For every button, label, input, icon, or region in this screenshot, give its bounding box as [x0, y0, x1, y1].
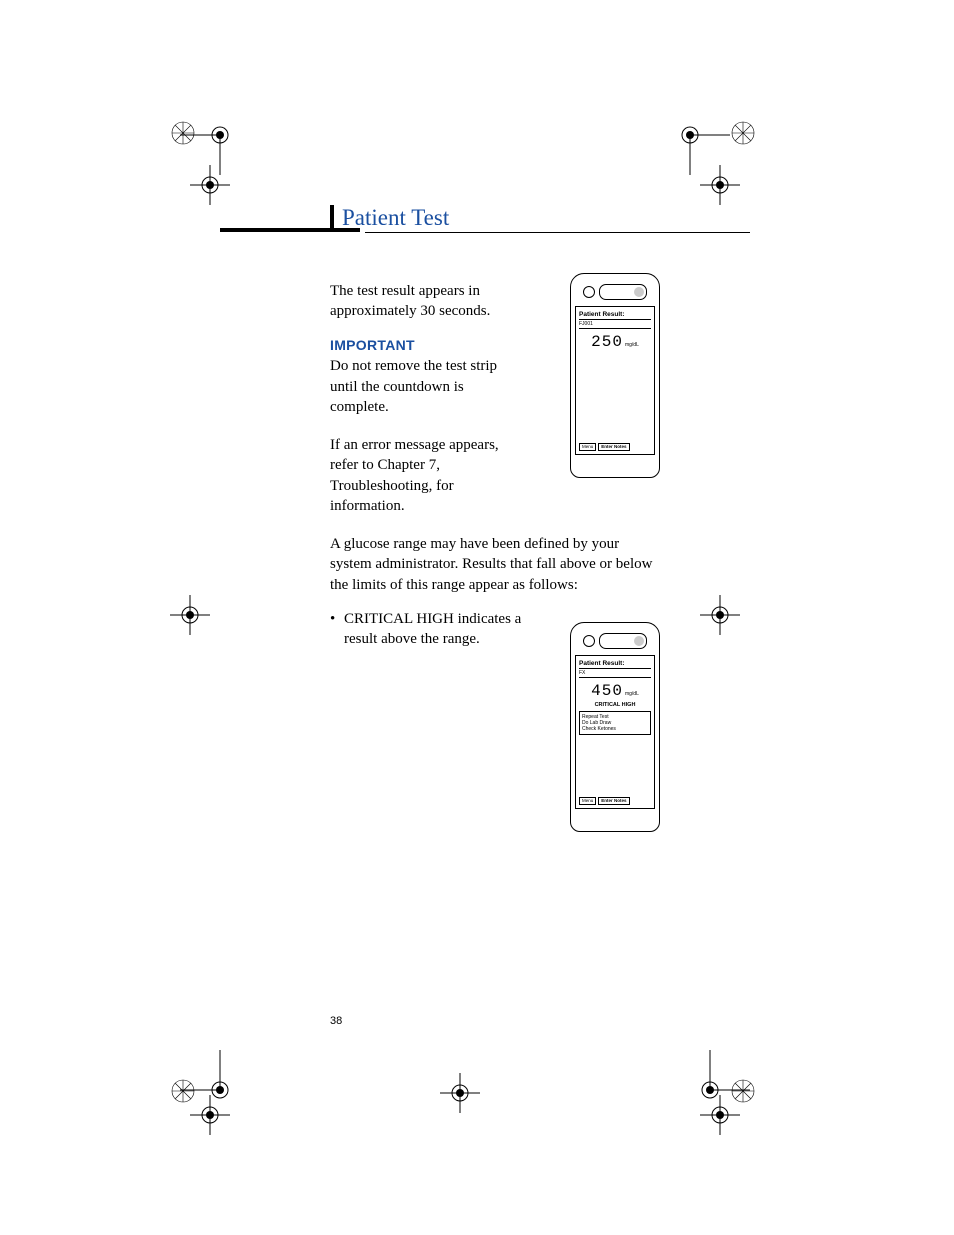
reading-value: 250 — [591, 333, 623, 351]
paragraph: The test result appears in approximately… — [330, 281, 525, 322]
crop-mark-icon — [170, 1050, 230, 1110]
crop-mark-icon — [170, 595, 230, 655]
device-top — [575, 284, 655, 300]
bullet-item: • CRITICAL HIGH indicates a result above… — [330, 609, 525, 650]
paragraph: Do not remove the test strip until the c… — [330, 356, 525, 417]
screen-title: Patient Result: — [579, 660, 651, 669]
crop-mark-icon — [700, 1050, 760, 1110]
strip-slot-icon — [599, 633, 647, 649]
screen-subtitle: FJ001 — [579, 321, 651, 329]
instruction-box: Repeat Test Do Lab Draw Check Ketones — [579, 711, 651, 735]
reading-value: 450 — [591, 682, 623, 700]
section-heading: Patient Test — [330, 205, 685, 231]
device-illustration: Patient Result: FJ001 250 mg/dL Menu Ent… — [570, 273, 660, 478]
crop-mark-icon — [700, 595, 760, 655]
device-screen: Patient Result: FX 450 mg/dL CRITICAL HI… — [575, 655, 655, 809]
section-title: Patient Test — [342, 205, 449, 231]
crop-mark-icon — [170, 115, 230, 175]
crop-mark-icon — [680, 115, 740, 175]
reading: 450 mg/dL — [579, 682, 651, 700]
instruction-line: Check Ketones — [582, 726, 648, 732]
enter-notes-button: Enter Notes — [598, 443, 629, 452]
led-icon — [583, 286, 595, 298]
screen-title: Patient Result: — [579, 311, 651, 320]
bullet-body: CRITICAL HIGH indicates a result above t… — [344, 609, 525, 650]
page: Patient Test The test result appears in … — [0, 0, 954, 1235]
device-screen: Patient Result: FJ001 250 mg/dL Menu Ent… — [575, 306, 655, 455]
bullet-title: CRITICAL HIGH — [344, 611, 454, 627]
page-number: 38 — [330, 1015, 342, 1027]
reading: 250 mg/dL — [579, 333, 651, 351]
enter-notes-button: Enter Notes — [598, 797, 629, 806]
reading-unit: mg/dL — [625, 342, 639, 348]
button-row: Menu Enter Notes — [579, 797, 651, 806]
screen-subtitle: FX — [579, 670, 651, 678]
paragraph: A glucose range may have been defined by… — [330, 534, 660, 595]
led-icon — [583, 635, 595, 647]
button-row: Menu Enter Notes — [579, 443, 651, 452]
paragraph: If an error message appears, refer to Ch… — [330, 435, 525, 516]
crop-mark-icon — [440, 1073, 500, 1133]
menu-button: Menu — [579, 443, 596, 452]
device-top — [575, 633, 655, 649]
menu-button: Menu — [579, 797, 596, 806]
bullet-icon: • — [330, 609, 344, 650]
strip-slot-icon — [599, 284, 647, 300]
device-illustration: Patient Result: FX 450 mg/dL CRITICAL HI… — [570, 622, 660, 832]
critical-label: CRITICAL HIGH — [579, 702, 651, 708]
heading-bar-icon — [330, 205, 334, 231]
reading-unit: mg/dL — [625, 691, 639, 697]
